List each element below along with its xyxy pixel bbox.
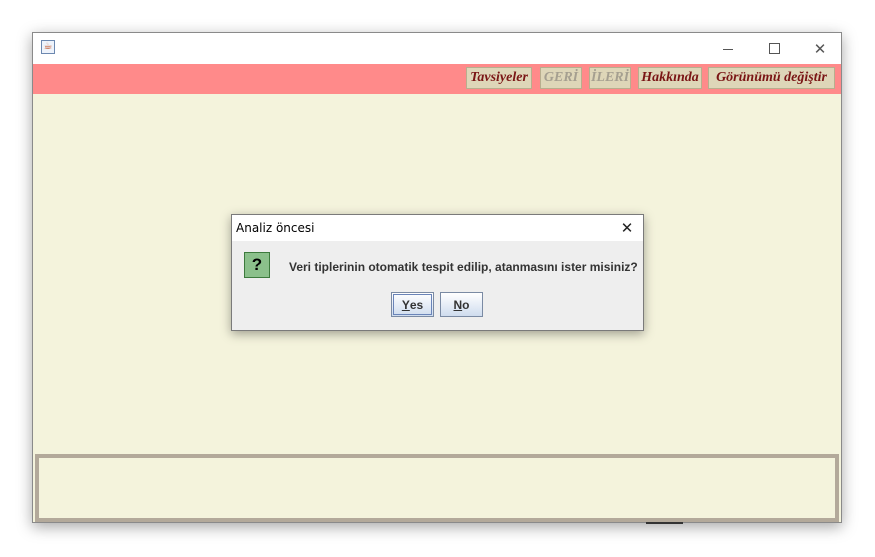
minimize-button[interactable]: [705, 33, 751, 64]
close-icon: ✕: [813, 39, 827, 58]
back-button[interactable]: GERİ: [540, 67, 582, 89]
change-view-button[interactable]: Görünümü değiştir: [708, 67, 835, 89]
question-icon: ?: [244, 252, 270, 278]
close-button[interactable]: ✕: [797, 33, 843, 64]
bottom-panel: [35, 454, 839, 522]
forward-button[interactable]: İLERİ: [589, 67, 631, 89]
minimize-icon: [723, 49, 733, 50]
maximize-icon: [768, 43, 780, 54]
yes-label-rest: es: [409, 297, 424, 312]
yes-button[interactable]: Yes: [391, 292, 434, 317]
dialog-title: Analiz öncesi: [236, 221, 315, 235]
dialog-title-bar[interactable]: Analiz öncesi ✕: [232, 215, 643, 241]
yes-mnemonic: Y: [401, 297, 410, 312]
tavsiyeler-button[interactable]: Tavsiyeler: [466, 67, 532, 89]
close-icon: ✕: [620, 219, 634, 237]
java-coffee-icon: ☕: [41, 40, 55, 54]
dialog-close-button[interactable]: ✕: [613, 215, 641, 241]
no-button[interactable]: No: [440, 292, 483, 317]
no-label-rest: o: [462, 297, 470, 312]
divider: [646, 522, 683, 524]
title-bar[interactable]: ☕ ✕: [33, 33, 841, 64]
about-button[interactable]: Hakkında: [638, 67, 702, 89]
dialog-message: Veri tiplerinin otomatik tespit edilip, …: [289, 260, 638, 274]
confirm-dialog: Analiz öncesi ✕ ? Veri tiplerinin otomat…: [231, 214, 644, 331]
toolbar: Tavsiyeler GERİ İLERİ Hakkında Görünümü …: [33, 64, 841, 94]
maximize-button[interactable]: [751, 33, 797, 64]
no-mnemonic: N: [453, 297, 463, 312]
